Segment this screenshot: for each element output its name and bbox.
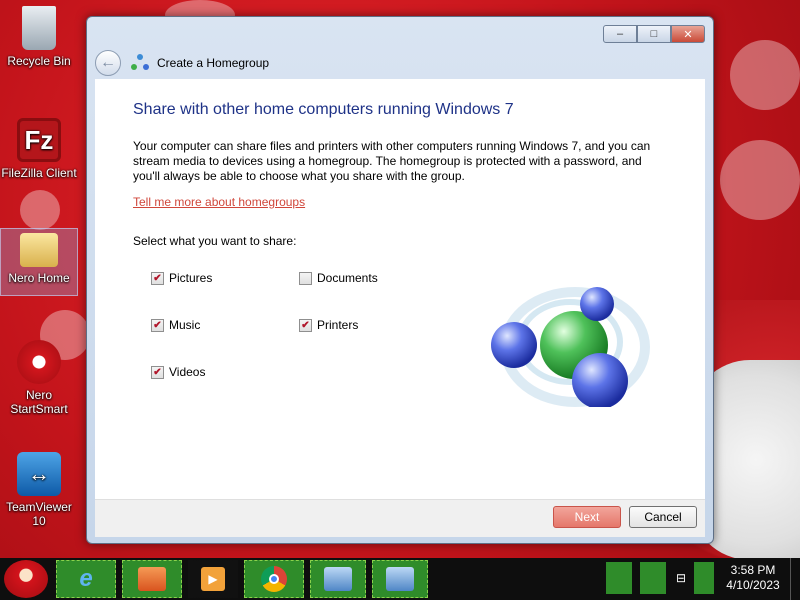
blue-sphere: [491, 322, 537, 368]
tray-flag-icon[interactable]: [640, 562, 666, 594]
option-label: Music: [169, 318, 201, 332]
tray-action-center-icon[interactable]: [606, 562, 632, 594]
taskbar-app-control-panel[interactable]: [372, 560, 428, 598]
share-select-label: Select what you want to share:: [133, 234, 297, 248]
taskbar-app-chrome[interactable]: [244, 560, 304, 598]
recycle-bin-icon: [22, 6, 56, 50]
share-option-printers[interactable]: ✔ Printers: [299, 318, 358, 332]
window-titlebar: ← Create a Homegroup: [95, 49, 269, 77]
documents-checkbox[interactable]: [299, 271, 312, 285]
cancel-button[interactable]: Cancel: [629, 506, 697, 528]
desktop-icon-label: Recycle Bin: [7, 54, 71, 68]
taskbar-app-file-manager[interactable]: [122, 560, 182, 598]
create-homegroup-window: – □ ✕ ← Create a Homegroup Share with ot…: [86, 16, 714, 544]
desktop-icon-nero-home[interactable]: Nero Home: [0, 228, 78, 296]
taskbar: e ▶ ⊟ 3:58 PM 4/10/2023: [0, 558, 800, 600]
homegroup-icon: [131, 54, 149, 72]
page-heading: Share with other home computers running …: [133, 101, 514, 118]
printers-checkbox[interactable]: ✔: [299, 318, 312, 332]
start-button[interactable]: [4, 560, 48, 598]
tray-volume-icon[interactable]: [694, 562, 714, 594]
maximize-button[interactable]: □: [637, 25, 671, 43]
bokeh-dot: [20, 190, 60, 230]
file-manager-icon: [138, 567, 166, 591]
blue-sphere: [580, 287, 614, 321]
wizard-footer: Next Cancel: [95, 499, 705, 537]
homegroup-help-link[interactable]: Tell me more about homegroups: [133, 195, 305, 209]
window-title: Create a Homegroup: [157, 56, 270, 70]
taskbar-app-control-panel[interactable]: [310, 560, 366, 598]
next-button[interactable]: Next: [553, 506, 621, 528]
share-option-videos[interactable]: ✔ Videos: [151, 365, 205, 379]
desktop-icon-filezilla[interactable]: Fz FileZilla Client: [0, 118, 78, 180]
close-button[interactable]: ✕: [671, 25, 705, 43]
option-label: Videos: [169, 365, 206, 379]
pictures-checkbox[interactable]: ✔: [151, 271, 164, 285]
desktop-icon-label: TeamViewer 10: [6, 500, 72, 528]
homegroup-illustration: [491, 287, 650, 407]
blue-sphere: [572, 353, 628, 407]
wizard-content: Share with other home computers running …: [95, 79, 705, 499]
clock-time: 3:58 PM: [730, 563, 776, 577]
control-panel-icon: [386, 567, 414, 591]
desktop-icon-recycle-bin[interactable]: Recycle Bin: [0, 6, 78, 68]
window-controls: – □ ✕: [603, 25, 705, 43]
option-label: Documents: [317, 271, 378, 285]
option-label: Printers: [317, 318, 359, 332]
desktop-icon-nero-startsmart[interactable]: Nero StartSmart: [0, 340, 78, 416]
filezilla-icon: Fz: [17, 118, 61, 162]
desktop-icon-label: Nero StartSmart: [10, 388, 68, 416]
back-arrow-icon: ←: [100, 54, 116, 71]
bokeh-dot: [720, 140, 800, 220]
option-label: Pictures: [169, 271, 213, 285]
share-option-music[interactable]: ✔ Music: [151, 318, 200, 332]
taskbar-app-internet-explorer[interactable]: e: [56, 560, 116, 598]
control-panel-icon: [324, 567, 352, 591]
bokeh-dot: [730, 40, 800, 110]
desktop-icon-teamviewer[interactable]: ↔ TeamViewer 10: [0, 452, 78, 528]
taskbar-app-media-player[interactable]: ▶: [188, 560, 238, 598]
music-checkbox[interactable]: ✔: [151, 318, 164, 332]
nero-home-icon: [20, 233, 58, 267]
desktop-icon-label: Nero Home: [8, 271, 70, 285]
clock-date: 4/10/2023: [726, 578, 780, 592]
videos-checkbox[interactable]: ✔: [151, 365, 164, 379]
nero-startsmart-icon: [17, 340, 61, 384]
show-desktop-button[interactable]: [790, 558, 800, 600]
taskbar-clock[interactable]: 3:58 PM 4/10/2023: [722, 563, 784, 593]
share-option-documents[interactable]: Documents: [299, 271, 378, 285]
tray-network-icon[interactable]: ⊟: [672, 562, 690, 594]
description-text: Your computer can share files and printe…: [133, 139, 651, 183]
back-button[interactable]: ←: [95, 50, 121, 76]
desktop-icon-label: FileZilla Client: [1, 166, 77, 180]
internet-explorer-icon: e: [79, 565, 93, 592]
media-player-icon: ▶: [201, 567, 225, 591]
teamviewer-icon: ↔: [17, 452, 61, 496]
share-option-pictures[interactable]: ✔ Pictures: [151, 271, 212, 285]
chrome-icon: [261, 566, 287, 592]
minimize-button[interactable]: –: [603, 25, 637, 43]
